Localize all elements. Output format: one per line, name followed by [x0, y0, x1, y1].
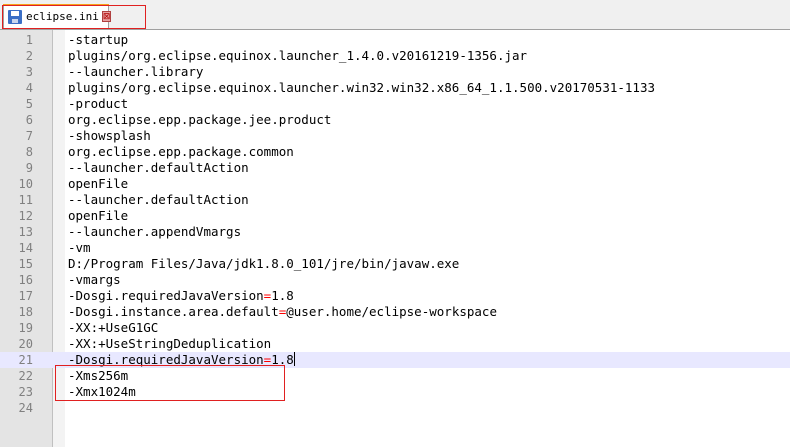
line-number: 1 [25, 33, 33, 47]
code-line[interactable]: 1 -startup [0, 32, 790, 48]
line-number: 7 [25, 129, 33, 143]
code-line[interactable]: 10 openFile [0, 176, 790, 192]
line-text: -XX:+UseStringDeduplication [68, 336, 272, 351]
line-number: 6 [25, 113, 33, 127]
line-text: -vmargs [68, 272, 121, 287]
line-number: 16 [18, 273, 33, 287]
line-text: --launcher.appendVmargs [68, 224, 242, 239]
line-number: 14 [18, 241, 33, 255]
code-line[interactable]: 2 plugins/org.eclipse.equinox.launcher_1.… [0, 48, 790, 64]
line-text: openFile [68, 208, 129, 223]
code-line[interactable]: 11 --launcher.defaultAction [0, 192, 790, 208]
line-number: 5 [25, 97, 33, 111]
line-number: 21 [18, 353, 33, 367]
floppy-save-icon [8, 9, 22, 24]
editor-area[interactable]: 1 -startup 2 plugins/org.eclipse.equinox.la… [0, 30, 790, 447]
code-line[interactable]: 5 -product [0, 96, 790, 112]
operator: = [263, 288, 272, 303]
code-line[interactable]: 4 plugins/org.eclipse.equinox.launcher.wi… [0, 80, 790, 96]
line-text: --launcher.defaultAction [68, 160, 249, 175]
code-line[interactable]: 22 -Xms256m [0, 368, 790, 384]
line-text: org.eclipse.epp.package.jee.product [68, 112, 332, 127]
line-number: 12 [18, 209, 33, 223]
line-number: 15 [18, 257, 33, 271]
close-tab-icon[interactable]: ⊠ [101, 11, 112, 22]
tab-eclipse-ini[interactable]: eclipse.ini ⊠ [3, 4, 112, 28]
line-text: -Xmx1024m [68, 384, 136, 399]
line-number: 9 [25, 161, 33, 175]
line-text: -startup [68, 32, 129, 47]
code-line[interactable]: 3 --launcher.library [0, 64, 790, 80]
line-text: -showsplash [68, 128, 151, 143]
line-number: 11 [18, 193, 33, 207]
operator: = [278, 304, 287, 319]
code-line[interactable]: 9 --launcher.defaultAction [0, 160, 790, 176]
line-number: 4 [25, 81, 33, 95]
line-text: -Dosgi.instance.area.default=@user.home/… [68, 304, 497, 319]
line-number: 18 [18, 305, 33, 319]
code-line[interactable]: 21 -Dosgi.requiredJavaVersion=1.8 [0, 352, 790, 368]
code-line[interactable]: 23 -Xmx1024m [0, 384, 790, 400]
active-tab-indicator [3, 4, 109, 6]
code-line[interactable]: 7 -showsplash [0, 128, 790, 144]
code-line[interactable]: 19 -XX:+UseG1GC [0, 320, 790, 336]
tab-title: eclipse.ini [26, 10, 99, 23]
line-text: -XX:+UseG1GC [68, 320, 159, 335]
line-text: -Dosgi.requiredJavaVersion=1.8 [68, 352, 295, 367]
code-line[interactable]: 20 -XX:+UseStringDeduplication [0, 336, 790, 352]
line-number: 19 [18, 321, 33, 335]
line-number: 13 [18, 225, 33, 239]
line-text: plugins/org.eclipse.equinox.launcher.win… [68, 80, 655, 95]
line-number: 10 [18, 177, 33, 191]
line-text: openFile [68, 176, 129, 191]
code-line[interactable]: 13 --launcher.appendVmargs [0, 224, 790, 240]
line-text: org.eclipse.epp.package.common [68, 144, 294, 159]
code-line[interactable]: 16 -vmargs [0, 272, 790, 288]
line-text: -Xms256m [68, 368, 129, 383]
code-line[interactable]: 18 -Dosgi.instance.area.default=@user.hom… [0, 304, 790, 320]
line-number: 3 [25, 65, 33, 79]
line-number: 8 [25, 145, 33, 159]
line-number: 20 [18, 337, 33, 351]
tab-bar: eclipse.ini ⊠ [0, 0, 790, 30]
code-line[interactable]: 14 -vm [0, 240, 790, 256]
operator: = [263, 352, 272, 367]
line-text: D:/Program Files/Java/jdk1.8.0_101/jre/b… [68, 256, 460, 271]
line-text: -vm [68, 240, 91, 255]
code-line[interactable]: 12 openFile [0, 208, 790, 224]
code-line[interactable]: 17 -Dosgi.requiredJavaVersion=1.8 [0, 288, 790, 304]
code-line[interactable]: 24 [0, 400, 790, 416]
line-number: 24 [18, 401, 33, 415]
line-number: 22 [18, 369, 33, 383]
code-line[interactable]: 6 org.eclipse.epp.package.jee.product [0, 112, 790, 128]
line-number: 17 [18, 289, 33, 303]
code-line[interactable]: 8 org.eclipse.epp.package.common [0, 144, 790, 160]
line-number: 2 [25, 49, 33, 63]
text-caret [293, 352, 295, 366]
code-line[interactable]: 15 D:/Program Files/Java/jdk1.8.0_101/jre… [0, 256, 790, 272]
line-text: --launcher.defaultAction [68, 192, 249, 207]
line-text: -Dosgi.requiredJavaVersion=1.8 [68, 288, 294, 303]
line-text: --launcher.library [68, 64, 204, 79]
line-number: 23 [18, 385, 33, 399]
line-text: -product [68, 96, 129, 111]
line-text: plugins/org.eclipse.equinox.launcher_1.4… [68, 48, 528, 63]
